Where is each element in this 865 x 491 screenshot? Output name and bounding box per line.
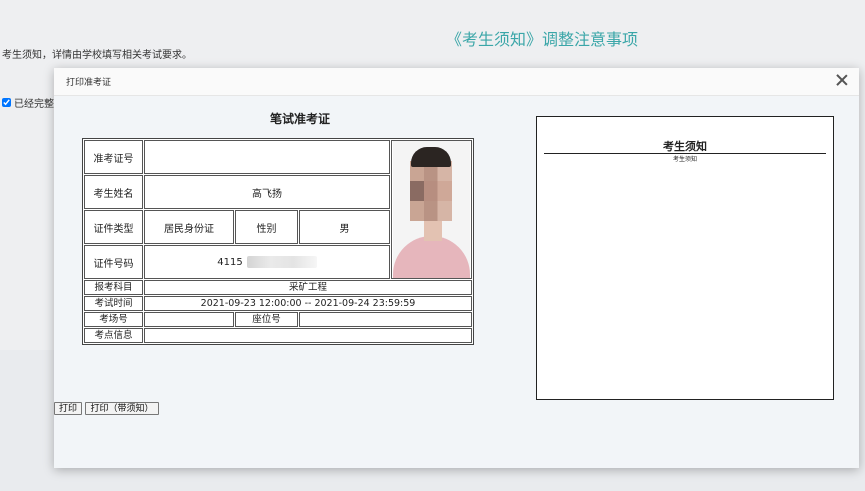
completed-checkbox-row[interactable]: 已经完整 — [2, 95, 54, 110]
print-with-notice-button[interactable]: 打印（带须知） — [85, 402, 159, 415]
seat-value — [299, 312, 472, 327]
completed-checkbox-label: 已经完整 — [14, 99, 54, 110]
id-no-value: 4115 — [217, 257, 243, 268]
ticket-no-value — [144, 140, 390, 174]
seat-label: 座位号 — [235, 312, 298, 327]
table-row: 准考证号 — [84, 140, 472, 279]
site-value — [144, 328, 472, 343]
candidate-notice-panel: 考生须知 考生须知 — [536, 116, 834, 400]
subject-label: 报考科目 — [84, 280, 143, 295]
notice-subtitle: 考生须知 — [672, 156, 697, 163]
completed-checkbox[interactable] — [2, 98, 11, 107]
dialog-title: 打印准考证 — [66, 78, 112, 88]
table-row: 考试时间 2021-09-23 12:00:00 -- 2021-09-24 2… — [84, 296, 472, 311]
close-icon[interactable] — [835, 73, 849, 87]
admission-ticket-table: 准考证号 考生姓名 高飞扬 证件类型 居民身份证 性别 男 证件号码 4115 … — [82, 138, 474, 345]
subject-value: 采矿工程 — [144, 280, 472, 295]
page-heading: 《考生须知》调整注意事项 — [446, 30, 639, 49]
photo-cell — [391, 140, 472, 279]
exam-time-value: 2021-09-23 12:00:00 -- 2021-09-24 23:59:… — [144, 296, 472, 311]
id-no-cell: 4115 — [144, 245, 390, 279]
id-no-label: 证件号码 — [84, 245, 143, 279]
print-button[interactable]: 打印 — [54, 402, 82, 415]
candidate-photo — [393, 141, 470, 278]
table-row: 考点信息 — [84, 328, 472, 343]
room-value — [144, 312, 234, 327]
id-type-value: 居民身份证 — [144, 210, 234, 244]
room-label: 考场号 — [84, 312, 143, 327]
dialog-header: 打印准考证 — [54, 68, 859, 96]
card-title: 笔试准考证 — [270, 112, 331, 126]
name-label: 考生姓名 — [84, 175, 143, 209]
name-value: 高飞扬 — [144, 175, 390, 209]
ticket-no-label: 准考证号 — [84, 140, 143, 174]
print-ticket-dialog: 打印准考证 笔试准考证 准考证号 考生姓名 高飞扬 证件类型 居民身份证 性别 — [54, 68, 859, 468]
table-row: 考场号 座位号 — [84, 312, 472, 327]
notice-title: 考生须知 — [663, 140, 707, 153]
gender-label: 性别 — [235, 210, 298, 244]
redacted-mask — [246, 256, 317, 268]
notice-description: 考生须知，详情由学校填写相关考试要求。 — [2, 50, 192, 61]
table-row: 报考科目 采矿工程 — [84, 280, 472, 295]
gender-value: 男 — [299, 210, 390, 244]
site-label: 考点信息 — [84, 328, 143, 343]
id-type-label: 证件类型 — [84, 210, 143, 244]
exam-time-label: 考试时间 — [84, 296, 143, 311]
